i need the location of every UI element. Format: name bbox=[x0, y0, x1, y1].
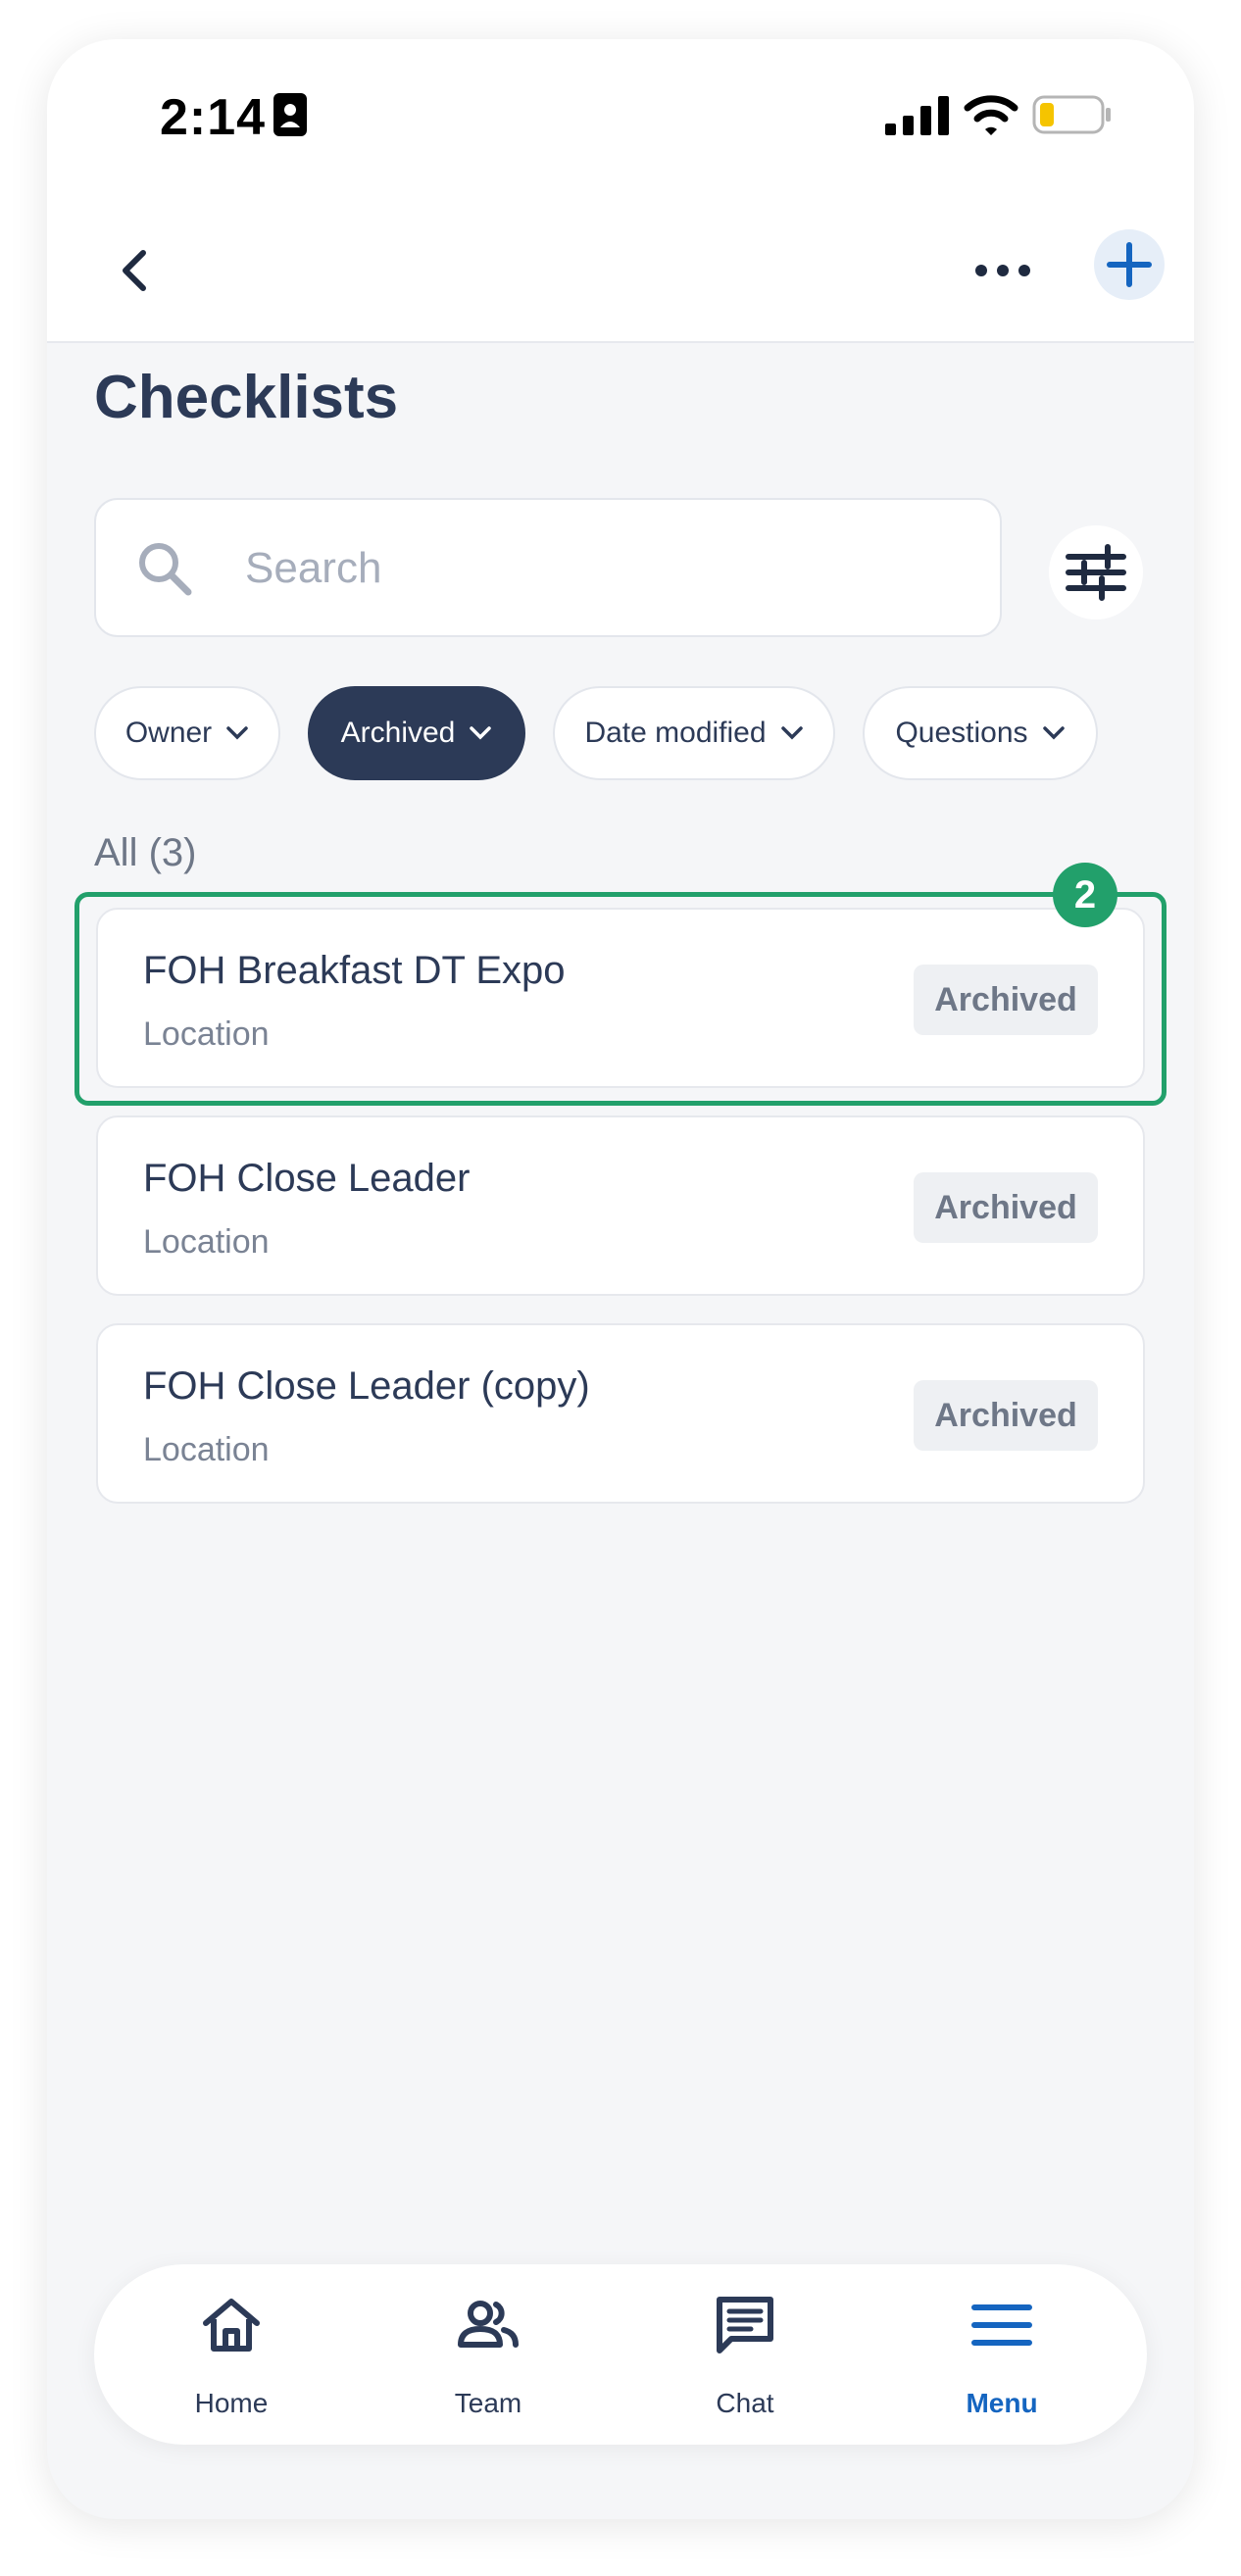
chevron-down-icon bbox=[1042, 726, 1065, 740]
back-arrow-icon[interactable] bbox=[106, 241, 165, 300]
status-badge: Archived bbox=[914, 1172, 1098, 1243]
add-button[interactable] bbox=[1094, 229, 1165, 300]
chip-label: Owner bbox=[124, 717, 213, 749]
phone-screen: 2:14 Checklists Search Owner Archived Da… bbox=[47, 39, 1194, 2519]
chevron-down-icon bbox=[226, 726, 248, 740]
chat-icon bbox=[717, 2297, 773, 2353]
checklist-title: FOH Close Leader bbox=[143, 1157, 471, 1200]
signal-icon bbox=[885, 96, 949, 135]
chevron-down-icon bbox=[470, 726, 492, 740]
wifi-icon bbox=[964, 95, 1018, 135]
page-title: Checklists bbox=[94, 364, 399, 431]
filter-chip-archived[interactable]: Archived bbox=[308, 686, 525, 780]
tab-team[interactable]: Team bbox=[390, 2264, 586, 2445]
status-badge: Archived bbox=[914, 965, 1098, 1035]
search-input[interactable] bbox=[245, 529, 970, 608]
home-icon bbox=[203, 2299, 260, 2352]
status-time: 2:14 bbox=[160, 89, 267, 146]
menu-icon bbox=[971, 2304, 1032, 2346]
team-icon bbox=[458, 2301, 519, 2348]
filter-chip-date-modified[interactable]: Date modified bbox=[553, 686, 835, 780]
tab-chat[interactable]: Chat bbox=[647, 2264, 843, 2445]
tab-home[interactable]: Home bbox=[133, 2264, 329, 2445]
battery-icon bbox=[1032, 95, 1111, 134]
checklist-title: FOH Breakfast DT Expo bbox=[143, 949, 566, 992]
tab-label: Team bbox=[454, 2388, 522, 2418]
status-badge: Archived bbox=[914, 1380, 1098, 1451]
checklist-subtitle: Location bbox=[143, 1016, 270, 1053]
checklist-subtitle: Location bbox=[143, 1223, 270, 1261]
checklist-item[interactable]: FOH Breakfast DT Expo Location Archived bbox=[96, 908, 1145, 1088]
tab-label: Home bbox=[194, 2388, 269, 2418]
chevron-down-icon bbox=[780, 726, 803, 740]
checklist-subtitle: Location bbox=[143, 1431, 270, 1468]
filter-chip-owner[interactable]: Owner bbox=[94, 686, 280, 780]
tab-label: Chat bbox=[716, 2388, 774, 2418]
bottom-tab-bar: Home Team Chat Menu bbox=[94, 2264, 1147, 2445]
filter-chip-questions[interactable]: Questions bbox=[863, 686, 1098, 780]
tab-menu[interactable]: Menu bbox=[904, 2264, 1100, 2445]
id-badge-icon bbox=[273, 93, 307, 136]
checklist-item[interactable]: FOH Close Leader (copy) Location Archive… bbox=[96, 1323, 1145, 1504]
search-icon bbox=[139, 543, 192, 596]
checklist-item[interactable]: FOH Close Leader Location Archived bbox=[96, 1115, 1145, 1296]
nav-bar bbox=[47, 196, 1194, 343]
checklist-title: FOH Close Leader (copy) bbox=[143, 1364, 590, 1408]
chip-label: Date modified bbox=[584, 717, 767, 749]
plus-icon bbox=[1107, 242, 1152, 287]
status-bar: 2:14 bbox=[47, 39, 1194, 196]
search-bar[interactable] bbox=[94, 498, 1002, 637]
filter-settings-button[interactable] bbox=[1049, 525, 1143, 619]
more-options-icon[interactable] bbox=[968, 243, 1037, 298]
chip-label: Archived bbox=[340, 717, 456, 749]
chip-label: Questions bbox=[895, 717, 1028, 749]
tab-label: Menu bbox=[966, 2388, 1038, 2418]
sliders-icon bbox=[1066, 544, 1126, 601]
highlight-number-badge: 2 bbox=[1053, 863, 1117, 927]
list-count: All (3) bbox=[94, 831, 197, 874]
